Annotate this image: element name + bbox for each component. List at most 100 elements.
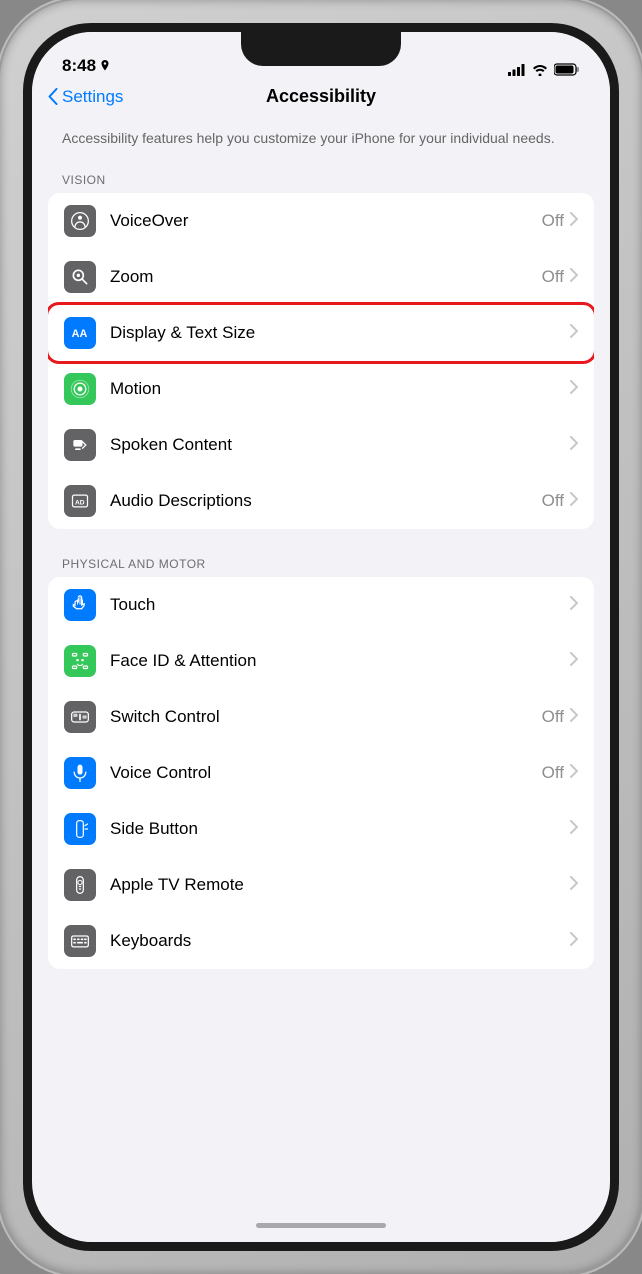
row-wrapper-motion: Motion bbox=[48, 361, 594, 417]
settings-row-voice-control[interactable]: Voice ControlOff bbox=[48, 745, 594, 801]
chevron-icon-touch bbox=[570, 596, 578, 613]
row-label-switch-control: Switch Control bbox=[110, 707, 542, 727]
row-icon-motion bbox=[64, 373, 96, 405]
row-icon-audio-descriptions: AD bbox=[64, 485, 96, 517]
chevron-icon-face-id-attention bbox=[570, 652, 578, 669]
row-icon-face-id-attention bbox=[64, 645, 96, 677]
row-wrapper-face-id-attention: Face ID & Attention bbox=[48, 633, 594, 689]
row-wrapper-switch-control: Switch ControlOff bbox=[48, 689, 594, 745]
sections-container: VISIONVoiceOverOffZoomOffAADisplay & Tex… bbox=[32, 165, 610, 969]
settings-row-motion[interactable]: Motion bbox=[48, 361, 594, 417]
chevron-icon-side-button bbox=[570, 820, 578, 837]
notch bbox=[241, 32, 401, 66]
location-icon bbox=[100, 60, 110, 72]
row-label-spoken-content: Spoken Content bbox=[110, 435, 570, 455]
settings-row-side-button[interactable]: Side Button bbox=[48, 801, 594, 857]
nav-header: Settings Accessibility bbox=[32, 82, 610, 117]
row-icon-side-button bbox=[64, 813, 96, 845]
home-bar bbox=[256, 1223, 386, 1228]
row-value-zoom: Off bbox=[542, 267, 564, 287]
row-icon-switch-control bbox=[64, 701, 96, 733]
row-icon-voice-control bbox=[64, 757, 96, 789]
row-wrapper-voiceover: VoiceOverOff bbox=[48, 193, 594, 249]
chevron-icon-motion bbox=[570, 380, 578, 397]
section-header-physical-motor: PHYSICAL AND MOTOR bbox=[32, 549, 610, 577]
row-icon-touch bbox=[64, 589, 96, 621]
section-header-vision: VISION bbox=[32, 165, 610, 193]
back-chevron-icon bbox=[48, 88, 58, 105]
settings-row-spoken-content[interactable]: Spoken Content bbox=[48, 417, 594, 473]
row-icon-zoom bbox=[64, 261, 96, 293]
page-title: Accessibility bbox=[266, 86, 376, 107]
settings-row-keyboards[interactable]: Keyboards bbox=[48, 913, 594, 969]
row-wrapper-touch: Touch bbox=[48, 577, 594, 633]
row-icon-display-text-size: AA bbox=[64, 317, 96, 349]
chevron-icon-voiceover bbox=[570, 212, 578, 229]
settings-row-apple-tv-remote[interactable]: Apple TV Remote bbox=[48, 857, 594, 913]
row-value-switch-control: Off bbox=[542, 707, 564, 727]
chevron-icon-voice-control bbox=[570, 764, 578, 781]
row-label-display-text-size: Display & Text Size bbox=[110, 323, 570, 343]
chevron-icon-spoken-content bbox=[570, 436, 578, 453]
section-physical-motor: PHYSICAL AND MOTOR Touch Face ID & Attenti… bbox=[32, 549, 610, 969]
row-wrapper-display-text-size: AA Display & Text Size bbox=[48, 305, 594, 361]
description-text: Accessibility features help you customiz… bbox=[32, 117, 610, 165]
row-label-face-id-attention: Face ID & Attention bbox=[110, 651, 570, 671]
row-label-voice-control: Voice Control bbox=[110, 763, 542, 783]
phone-inner: 8:48 bbox=[23, 23, 619, 1251]
row-wrapper-side-button: Side Button bbox=[48, 801, 594, 857]
row-icon-voiceover bbox=[64, 205, 96, 237]
row-label-side-button: Side Button bbox=[110, 819, 570, 839]
row-label-zoom: Zoom bbox=[110, 267, 542, 287]
svg-text:AA: AA bbox=[72, 328, 88, 340]
svg-text:AD: AD bbox=[75, 499, 85, 506]
settings-row-zoom[interactable]: ZoomOff bbox=[48, 249, 594, 305]
row-icon-apple-tv-remote bbox=[64, 869, 96, 901]
wifi-icon bbox=[532, 64, 548, 76]
row-wrapper-zoom: ZoomOff bbox=[48, 249, 594, 305]
row-icon-spoken-content bbox=[64, 429, 96, 461]
row-wrapper-spoken-content: Spoken Content bbox=[48, 417, 594, 473]
row-wrapper-voice-control: Voice ControlOff bbox=[48, 745, 594, 801]
settings-row-audio-descriptions[interactable]: AD Audio DescriptionsOff bbox=[48, 473, 594, 529]
battery-icon bbox=[554, 63, 580, 76]
row-value-voice-control: Off bbox=[542, 763, 564, 783]
content-area: Accessibility features help you customiz… bbox=[32, 117, 610, 1208]
back-label: Settings bbox=[62, 87, 123, 107]
row-label-keyboards: Keyboards bbox=[110, 931, 570, 951]
settings-group-physical-motor: TouchFace ID & AttentionSwitch ControlOf… bbox=[48, 577, 594, 969]
row-value-voiceover: Off bbox=[542, 211, 564, 231]
settings-group-vision: VoiceOverOffZoomOffAADisplay & Text Size… bbox=[48, 193, 594, 529]
status-time: 8:48 bbox=[62, 56, 110, 76]
chevron-icon-zoom bbox=[570, 268, 578, 285]
row-label-audio-descriptions: Audio Descriptions bbox=[110, 491, 542, 511]
home-indicator bbox=[32, 1208, 610, 1242]
chevron-icon-audio-descriptions bbox=[570, 492, 578, 509]
chevron-icon-display-text-size bbox=[570, 324, 578, 341]
row-label-motion: Motion bbox=[110, 379, 570, 399]
status-icons bbox=[508, 63, 580, 76]
row-icon-keyboards bbox=[64, 925, 96, 957]
row-value-audio-descriptions: Off bbox=[542, 491, 564, 511]
chevron-icon-switch-control bbox=[570, 708, 578, 725]
row-label-apple-tv-remote: Apple TV Remote bbox=[110, 875, 570, 895]
status-bar: 8:48 bbox=[32, 32, 610, 82]
chevron-icon-keyboards bbox=[570, 932, 578, 949]
row-wrapper-keyboards: Keyboards bbox=[48, 913, 594, 969]
row-label-touch: Touch bbox=[110, 595, 570, 615]
signal-icon bbox=[508, 64, 526, 76]
section-vision: VISIONVoiceOverOffZoomOffAADisplay & Tex… bbox=[32, 165, 610, 529]
time-text: 8:48 bbox=[62, 56, 96, 76]
phone-frame: 8:48 bbox=[0, 0, 642, 1274]
settings-row-face-id-attention[interactable]: Face ID & Attention bbox=[48, 633, 594, 689]
settings-row-touch[interactable]: Touch bbox=[48, 577, 594, 633]
settings-row-display-text-size[interactable]: AA Display & Text Size bbox=[48, 305, 594, 361]
screen: 8:48 bbox=[32, 32, 610, 1242]
chevron-icon-apple-tv-remote bbox=[570, 876, 578, 893]
settings-row-switch-control[interactable]: Switch ControlOff bbox=[48, 689, 594, 745]
back-button[interactable]: Settings bbox=[48, 87, 123, 107]
row-label-voiceover: VoiceOver bbox=[110, 211, 542, 231]
row-wrapper-apple-tv-remote: Apple TV Remote bbox=[48, 857, 594, 913]
settings-row-voiceover[interactable]: VoiceOverOff bbox=[48, 193, 594, 249]
row-wrapper-audio-descriptions: AD Audio DescriptionsOff bbox=[48, 473, 594, 529]
